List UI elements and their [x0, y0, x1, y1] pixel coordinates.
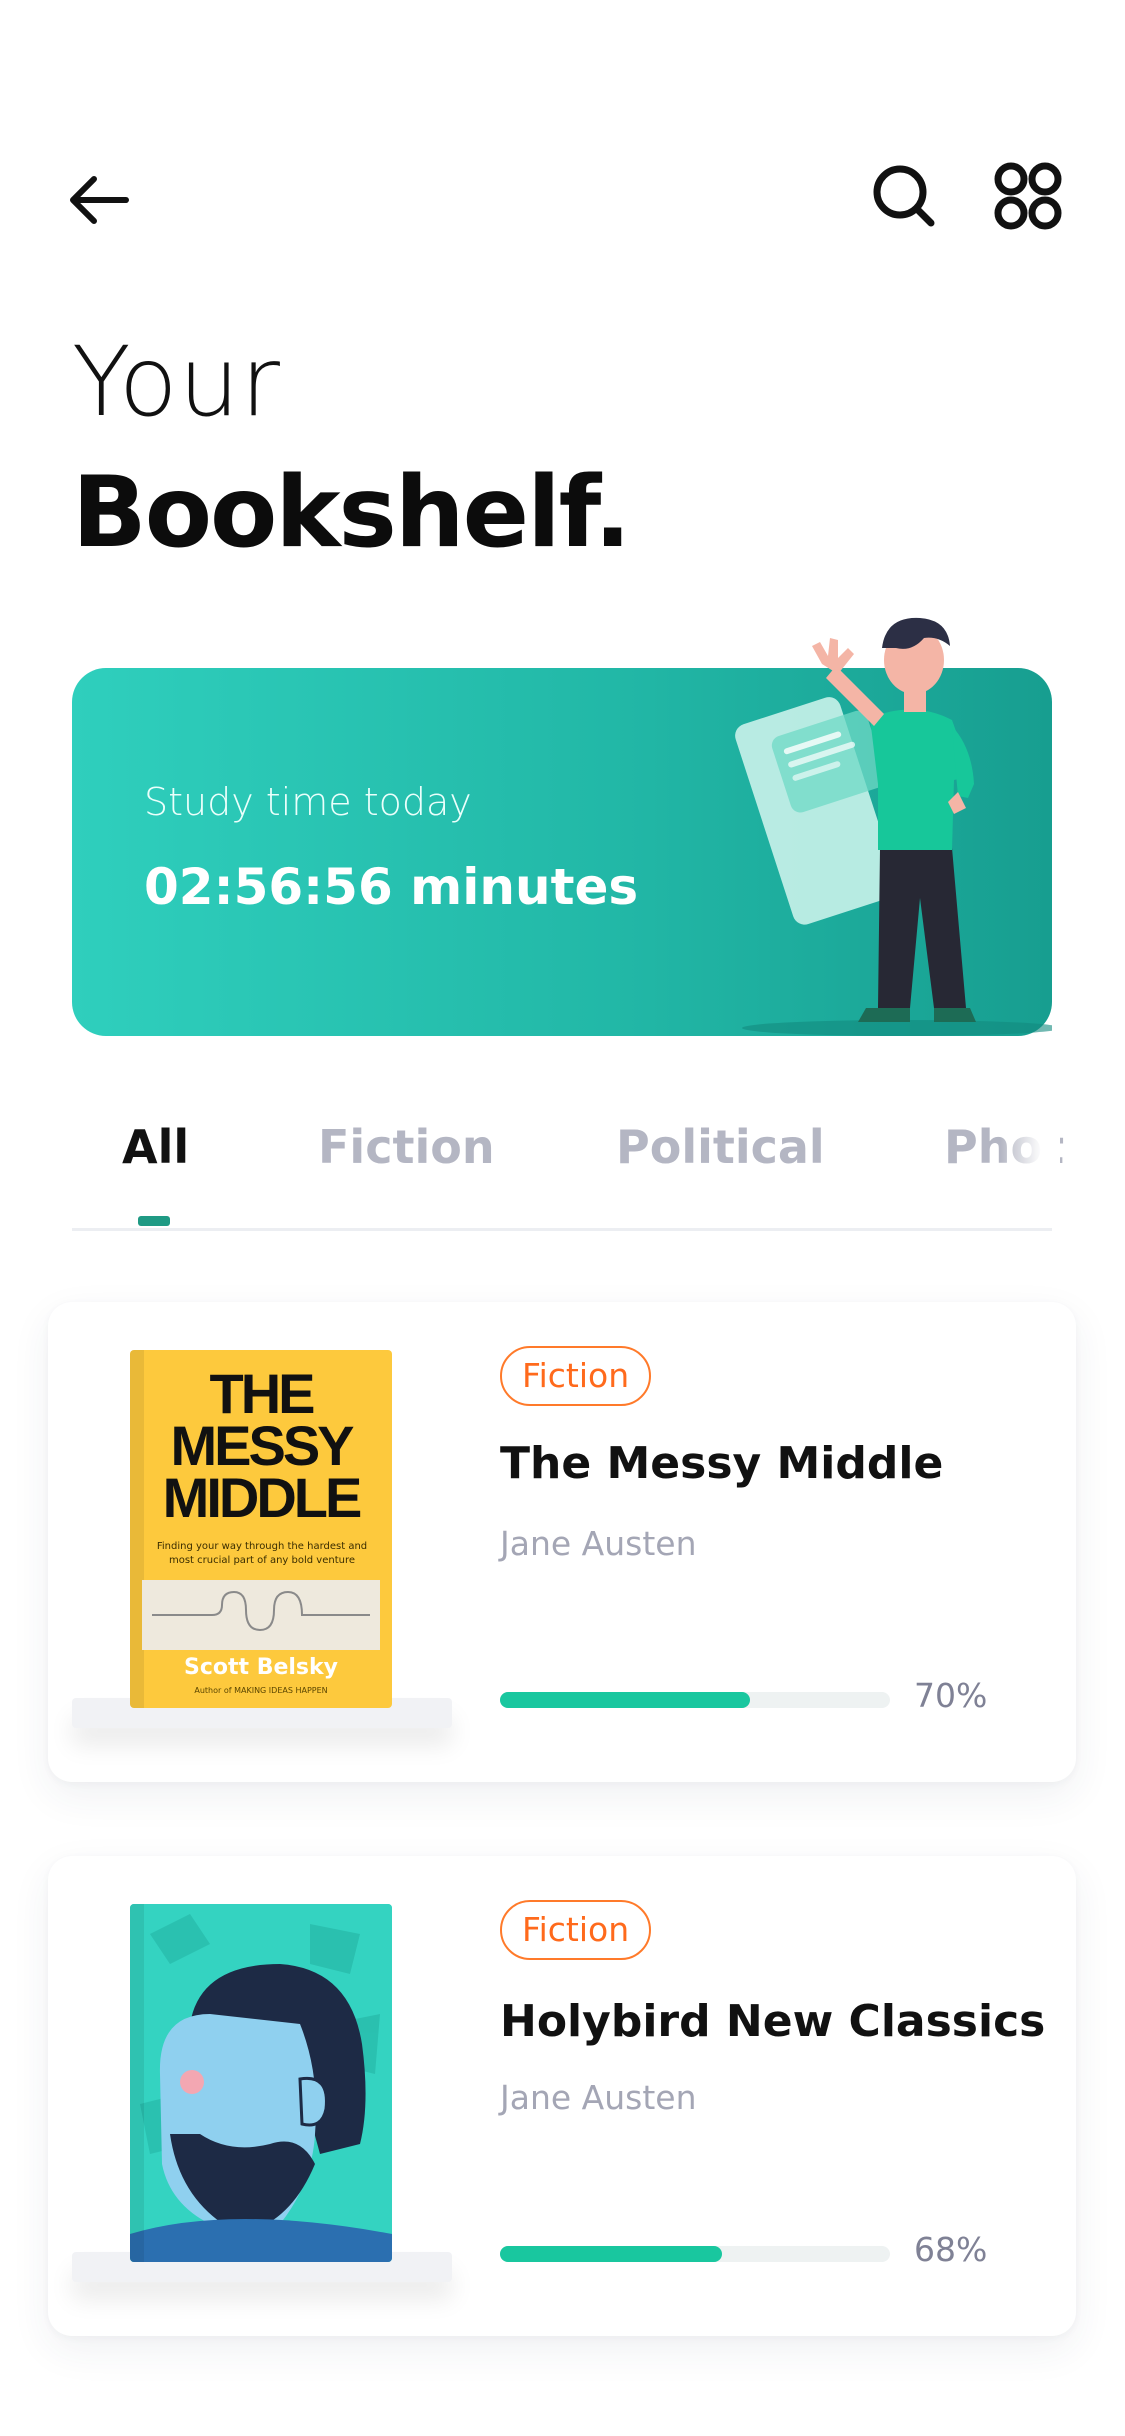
progress-fill — [500, 2246, 723, 2262]
progress-bar — [500, 1692, 890, 1708]
progress-bar — [500, 2246, 890, 2262]
book-title: The Messy Middle — [500, 1438, 944, 1489]
search-button[interactable] — [868, 160, 940, 232]
book-cover: THE MESSY MIDDLE Finding your way throug… — [130, 1350, 392, 1708]
genre-tag[interactable]: Fiction — [500, 1900, 652, 1960]
study-time-value: 02:56:56 minutes — [144, 858, 639, 916]
study-time-label: Study time today — [144, 780, 472, 824]
category-tabs: All Fiction Political Phot — [72, 1120, 1064, 1230]
cover-graphic — [142, 1580, 380, 1650]
page-title-light: Your — [72, 326, 281, 438]
book-card[interactable]: THE MESSY MIDDLE Finding your way throug… — [48, 1302, 1076, 1782]
cover-portrait-illustration — [130, 1904, 392, 2262]
active-tab-indicator — [138, 1216, 170, 1226]
page-title-bold: Bookshelf. — [72, 456, 631, 570]
cover-tagline: Author of MAKING IDEAS HAPPEN — [194, 1686, 328, 1695]
study-time-card[interactable]: Study time today 02:56:56 minutes — [72, 617, 1052, 1036]
progress-text: 68% — [914, 2230, 988, 2269]
book-card[interactable]: Fiction Holybird New Classics Jane Auste… — [48, 1856, 1076, 2336]
genre-tag[interactable]: Fiction — [500, 1346, 652, 1406]
search-icon — [873, 165, 935, 227]
progress-text: 70% — [914, 1676, 988, 1715]
progress-fill — [500, 1692, 750, 1708]
tab-all[interactable]: All — [122, 1120, 189, 1174]
tabs-fade-overlay — [1000, 1120, 1060, 1210]
cover-title: THE MESSY MIDDLE — [162, 1362, 363, 1529]
book-author: Jane Austen — [500, 2078, 697, 2117]
tab-political[interactable]: Political — [616, 1120, 825, 1174]
arrow-left-icon — [70, 176, 129, 224]
book-author: Jane Austen — [500, 1524, 697, 1563]
person-reading-illustration — [735, 617, 1052, 1036]
cover-subtitle: Finding your way through the hardest and… — [156, 1541, 368, 1566]
tabs-divider — [72, 1228, 1052, 1231]
grid-icon — [994, 162, 1062, 230]
book-cover — [130, 1904, 392, 2262]
cover-author: Scott Belsky — [184, 1655, 338, 1680]
tab-fiction[interactable]: Fiction — [318, 1120, 495, 1174]
back-button[interactable] — [64, 165, 134, 235]
book-title: Holybird New Classics — [500, 1996, 1046, 2047]
grid-menu-button[interactable] — [992, 160, 1064, 232]
